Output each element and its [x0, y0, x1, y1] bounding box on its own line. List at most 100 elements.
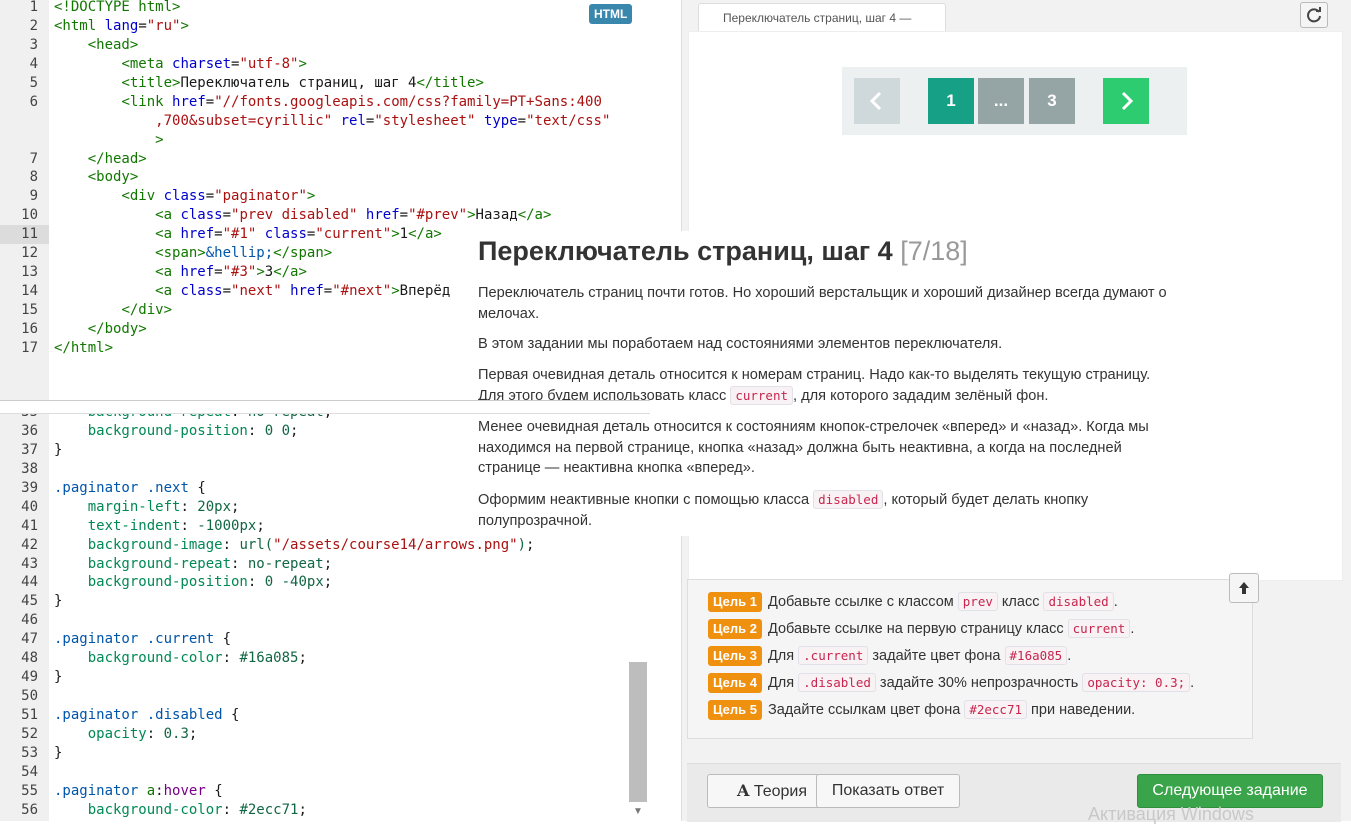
code-line[interactable]: 3 <head> [0, 36, 650, 55]
code-text[interactable]: margin-left: 20px; [49, 498, 240, 517]
code-text[interactable]: </body> [49, 320, 147, 339]
code-text[interactable]: .paginator .disabled { [49, 706, 239, 725]
code-line[interactable]: 8 <body> [0, 168, 650, 187]
code-text[interactable]: } [49, 668, 62, 687]
scroll-down-icon[interactable]: ▼ [629, 806, 647, 820]
code-line[interactable]: 1 <!DOCTYPE html> [0, 0, 650, 17]
code-line[interactable]: 46 [0, 611, 650, 630]
code-line[interactable]: 6 <link href="//fonts.googleapis.com/css… [0, 93, 650, 112]
code-text[interactable]: text-indent: -1000px; [49, 517, 265, 536]
code-text[interactable]: <meta charset="utf-8"> [49, 55, 307, 74]
css-scrollbar-thumb[interactable] [629, 662, 647, 802]
code-line[interactable]: 47 .paginator .current { [0, 630, 650, 649]
code-text[interactable]: background-repeat: no-repeat; [49, 555, 332, 574]
code-text[interactable]: opacity: 0.3; [49, 725, 198, 744]
code-line[interactable]: 7 </head> [0, 150, 650, 169]
code-text[interactable]: .paginator .current { [49, 630, 231, 649]
code-text[interactable]: <body> [49, 168, 139, 187]
code-text[interactable]: ,700&subset=cyrillic" rel="stylesheet" t… [49, 112, 610, 131]
code-line[interactable]: 50 [0, 687, 650, 706]
code-text[interactable]: } [49, 592, 62, 611]
code-text[interactable]: <a class="next" href="#next">Вперёд [49, 282, 450, 301]
paginator-preview: 1 ... 3 [842, 67, 1187, 135]
code-text[interactable]: background-position: 0 0; [49, 422, 299, 441]
code-text[interactable] [49, 460, 54, 479]
ellipsis: ... [978, 78, 1024, 124]
code-line[interactable]: 52 opacity: 0.3; [0, 725, 650, 744]
code-line[interactable]: 53} [0, 744, 650, 763]
code-text[interactable]: .paginator .next { [49, 479, 206, 498]
line-number: 50 [21, 688, 38, 705]
code-text[interactable]: background-color: #2ecc71; [49, 801, 307, 820]
code-text[interactable]: </div> [49, 301, 172, 320]
arrow-up-icon[interactable] [1229, 573, 1259, 603]
code-text[interactable]: <span>&hellip;</span> [49, 244, 332, 263]
goal-badge: Цель 1 [708, 592, 762, 612]
inline-code: opacity: 0.3; [1082, 673, 1191, 692]
code-text[interactable]: </head> [49, 150, 147, 169]
next-task-button[interactable]: Следующее задание [1137, 774, 1323, 808]
line-number: 11 [0, 225, 49, 245]
line-number: 49 [21, 669, 38, 686]
line-number: 9 [29, 188, 38, 205]
code-text[interactable]: > [49, 131, 163, 150]
code-line[interactable]: 48 background-color: #16a085; [0, 649, 650, 668]
goal-text: Добавьте ссылке на первую страницу класс [767, 621, 1068, 637]
code-text[interactable]: <a class="prev disabled" href="#prev">На… [49, 206, 551, 225]
line-number: 16 [21, 320, 38, 337]
goal-badge: Цель 2 [708, 619, 762, 639]
preview-tab[interactable]: Переключатель страниц, шаг 4 — [698, 3, 946, 32]
line-number: 52 [21, 725, 38, 742]
show-answer-button[interactable]: Показать ответ [816, 774, 960, 808]
code-text[interactable]: <head> [49, 36, 139, 55]
refresh-icon[interactable] [1300, 2, 1328, 28]
code-line[interactable]: 55 .paginator a:hover { [0, 782, 650, 801]
code-text[interactable]: } [49, 744, 62, 763]
code-line[interactable]: 56 background-color: #2ecc71; [0, 801, 650, 820]
line-number: 2 [29, 17, 38, 34]
goal-text: Для [767, 648, 799, 664]
code-text[interactable]: .paginator a:hover { [49, 782, 223, 801]
code-text[interactable] [49, 611, 54, 630]
code-text[interactable]: <link href="//fonts.googleapis.com/css?f… [49, 93, 601, 112]
code-line[interactable]: 44 background-position: 0 -40px; [0, 573, 650, 592]
code-text[interactable]: <html lang="ru"> [49, 17, 189, 36]
code-text[interactable]: background-color: #16a085; [49, 649, 307, 668]
code-text[interactable]: } [49, 441, 62, 460]
goal-text: . [1130, 621, 1135, 637]
code-line[interactable]: 45} [0, 592, 650, 611]
code-text[interactable] [49, 763, 54, 782]
code-line[interactable]: 51 .paginator .disabled { [0, 706, 650, 725]
prev-page-button[interactable] [854, 78, 900, 124]
editor-divider[interactable] [0, 400, 650, 414]
code-text[interactable]: <a href="#3">3</a> [49, 263, 307, 282]
goal-text: Для [767, 675, 799, 691]
code-line[interactable]: 9 <div class="paginator"> [0, 187, 650, 206]
goal-item: Цель 4 Для .disabled задайте 30% непрозра… [708, 672, 1194, 694]
code-text[interactable]: </html> [49, 339, 113, 358]
code-line[interactable]: 49} [0, 668, 650, 687]
code-text[interactable]: <div class="paginator"> [49, 187, 315, 206]
code-text[interactable]: background-position: 0 -40px; [49, 573, 332, 592]
task-paragraph: Менее очевидная деталь относится к состо… [478, 419, 1149, 476]
code-text[interactable] [49, 687, 54, 706]
page-1-button[interactable]: 1 [928, 78, 974, 124]
code-line[interactable]: 43 background-repeat: no-repeat; [0, 555, 650, 574]
code-text[interactable]: <title>Переключатель страниц, шаг 4</tit… [49, 74, 483, 93]
code-line[interactable]: 54 [0, 763, 650, 782]
code-line[interactable]: 4 <meta charset="utf-8"> [0, 55, 650, 74]
code-line[interactable]: 5 <title>Переключатель страниц, шаг 4</t… [0, 74, 650, 93]
code-line[interactable]: 42 background-image: url("/assets/course… [0, 536, 650, 555]
goal-text: . [1190, 675, 1195, 691]
task-paragraph: Переключатель страниц почти готов. Но хо… [478, 285, 1167, 322]
code-text[interactable]: <a href="#1" class="current">1</a> [49, 225, 442, 244]
code-text[interactable]: background-image: url("/assets/course14/… [49, 536, 535, 555]
next-page-button[interactable] [1103, 78, 1149, 124]
code-line[interactable]: ,700&subset=cyrillic" rel="stylesheet" t… [0, 112, 650, 131]
page-3-button[interactable]: 3 [1029, 78, 1075, 124]
code-line[interactable]: 10 <a class="prev disabled" href="#prev"… [0, 206, 650, 225]
code-line[interactable]: 2 <html lang="ru"> [0, 17, 650, 36]
code-text[interactable]: <!DOCTYPE html> [49, 0, 180, 17]
code-line[interactable]: > [0, 131, 650, 150]
line-number: 39 [21, 479, 38, 496]
